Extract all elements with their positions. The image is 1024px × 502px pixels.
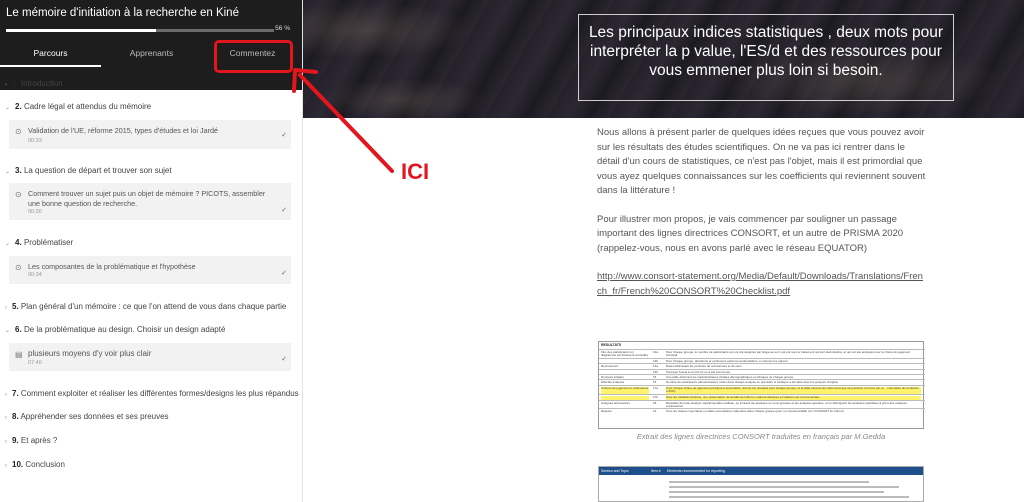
book-icon: ▤ [15, 350, 23, 359]
lesson-title: Comment trouver un sujet puis un objet d… [28, 189, 266, 208]
tab-commentez[interactable]: Commentez [202, 40, 302, 90]
chapter-number: 10. [12, 460, 24, 469]
chevron-down-icon: ⌄ [5, 328, 11, 334]
text-line [669, 496, 909, 498]
chapter-title: Conclusion [25, 460, 65, 469]
chapter-number: 6. [15, 325, 22, 334]
chapter-title: Plan général d'un mémoire : ce que l'on … [20, 302, 287, 311]
chapter-item[interactable]: ⌄ 6. De la problématique au design. Chois… [5, 325, 225, 334]
play-circle-icon: ⊙ [15, 127, 22, 136]
check-icon: ✓ [281, 356, 287, 363]
progress-label: 56 % [275, 25, 290, 32]
check-icon: ✓ [281, 132, 287, 139]
table-header: RESULTATS [601, 343, 622, 347]
table-header-cell: Section and Topic [601, 469, 629, 473]
table-cell: Risques [601, 409, 612, 413]
check-icon: ✓ [281, 207, 287, 214]
chapter-number: 9. [12, 436, 19, 445]
chapter-item[interactable]: › 7. Comment exploiter et réaliser les di… [5, 389, 299, 398]
text-line [669, 486, 899, 488]
chapter-number: 8. [12, 412, 19, 421]
play-circle-icon: ⊙ [15, 190, 22, 199]
chapter-item[interactable]: › 9. Et après ? [5, 436, 57, 445]
chapter-title: Cadre légal et attendus du mémoire [23, 102, 152, 111]
consort-table-image: RESULTATS Flux des participants (un diag… [598, 341, 925, 429]
tab-apprenants[interactable]: Apprenants [101, 44, 202, 90]
table-row: Flux des participants (un diagramme est … [599, 349, 925, 358]
consort-link[interactable]: http://www.consort-statement.org/Media/D… [597, 270, 927, 299]
chapter-item[interactable]: › 1. Introduction [5, 79, 63, 88]
tab-label: Parcours [33, 48, 68, 58]
chapter-title: La question de départ et trouver son suj… [23, 166, 172, 175]
lesson-item[interactable]: ⊙ Comment trouver un sujet puis un objet… [9, 183, 291, 220]
chapter-number: 5. [12, 302, 19, 311]
play-circle-icon: ⊙ [15, 263, 22, 272]
table-cell: 19 [653, 409, 657, 413]
table-row: Analyses accessoires 18 Résultats de toute… [599, 400, 925, 408]
table-cell: Tous les risques importants ou effets se… [666, 409, 845, 413]
chapter-item[interactable]: ⌄ 2. Cadre légal et attendus du mémoire [5, 102, 151, 111]
chapter-item[interactable]: ⌄ 3. La question de départ et trouver son… [5, 166, 172, 175]
table-caption: Extrait des lignes directrices CONSORT t… [636, 432, 886, 441]
lesson-duration: 00:33 [28, 138, 42, 144]
course-sidebar: Le mémoire d'initiation à la recherche e… [0, 0, 303, 502]
lesson-duration: 00:34 [28, 272, 42, 278]
lesson-title: plusieurs moyens d'y voir plus clair [28, 349, 152, 358]
annotation-label: ICI [401, 159, 430, 184]
progress-bar [6, 29, 274, 32]
lesson-duration: 00:30 [28, 209, 42, 215]
course-title: Le mémoire d'initiation à la recherche e… [6, 7, 239, 19]
chevron-right-icon: › [5, 305, 7, 311]
chapter-title: Appréhender ses données et ses preuves [20, 412, 169, 421]
chapter-item[interactable]: › 5. Plan général d'un mémoire : ce que l… [5, 302, 286, 311]
table-row: Critères de jugement et estimations 17a Po… [599, 385, 925, 395]
chevron-down-icon: ⌄ [5, 105, 11, 111]
banner-title: Les principaux indices statistiques , de… [578, 14, 954, 101]
check-icon: ✓ [281, 270, 287, 277]
chapter-title: Introduction [20, 79, 63, 88]
red-arrow-icon [292, 68, 394, 173]
prisma-table-image: Section and Topic Item # Elements recomm… [598, 466, 924, 502]
lesson-banner: Les principaux indices statistiques , de… [303, 0, 1024, 118]
chapter-title: Et après ? [20, 436, 58, 445]
paragraph: Pour illustrer mon propos, je vais comme… [597, 213, 904, 254]
table-header-cell: Item # [651, 469, 661, 473]
chapter-number: 2. [15, 102, 22, 111]
progress-bar-fill [6, 29, 157, 32]
chevron-right-icon: › [5, 415, 7, 421]
chapter-number: 1. [12, 79, 19, 88]
chevron-right-icon: › [5, 392, 7, 398]
table-header: Section and Topic Item # Elements recomm… [599, 467, 923, 475]
lesson-item[interactable]: ⊙ Validation de l'UE, réforme 2015, type… [9, 120, 291, 149]
table-row: Risques 19 Tous les risques importants ou … [599, 408, 925, 416]
table-header-cell: Elements recommended for reporting [667, 469, 725, 473]
text-line [669, 491, 884, 493]
chapter-item[interactable]: › 8. Appréhender ses données et ses preuv… [5, 412, 169, 421]
lesson-body: Nous allons à présent parler de quelques… [597, 126, 927, 299]
chevron-right-icon: › [5, 82, 7, 88]
chapter-title: De la problématique au design. Choisir u… [23, 325, 226, 334]
chapter-number: 3. [15, 166, 22, 175]
chapter-number: 7. [12, 389, 19, 398]
paragraph: Nous allons à présent parler de quelques… [597, 127, 926, 196]
tab-label: Commentez [213, 40, 294, 73]
lesson-title: Validation de l'UE, réforme 2015, types … [28, 126, 218, 135]
chapter-item[interactable]: › 10. Conclusion [5, 460, 65, 469]
tab-label: Apprenants [129, 48, 174, 58]
chapter-number: 4. [15, 238, 22, 247]
sidebar-header: Le mémoire d'initiation à la recherche e… [0, 0, 302, 90]
chapter-item[interactable]: ⌄ 4. Problématiser [5, 238, 73, 247]
chapter-title: Problématiser [23, 238, 74, 247]
chevron-down-icon: ⌄ [5, 169, 11, 175]
lesson-item[interactable]: ▤ plusieurs moyens d'y voir plus clair 0… [9, 343, 291, 371]
chevron-down-icon: ⌄ [5, 241, 11, 247]
chapter-title: Comment exploiter et réaliser les différ… [20, 389, 299, 398]
lesson-duration: 07:40 [28, 360, 42, 366]
chevron-right-icon: › [5, 439, 7, 445]
text-line [669, 481, 869, 483]
lesson-title: Les composantes de la problématique et l… [28, 262, 196, 271]
chevron-right-icon: › [5, 463, 7, 469]
lesson-item[interactable]: ⊙ Les composantes de la problématique et… [9, 256, 291, 284]
